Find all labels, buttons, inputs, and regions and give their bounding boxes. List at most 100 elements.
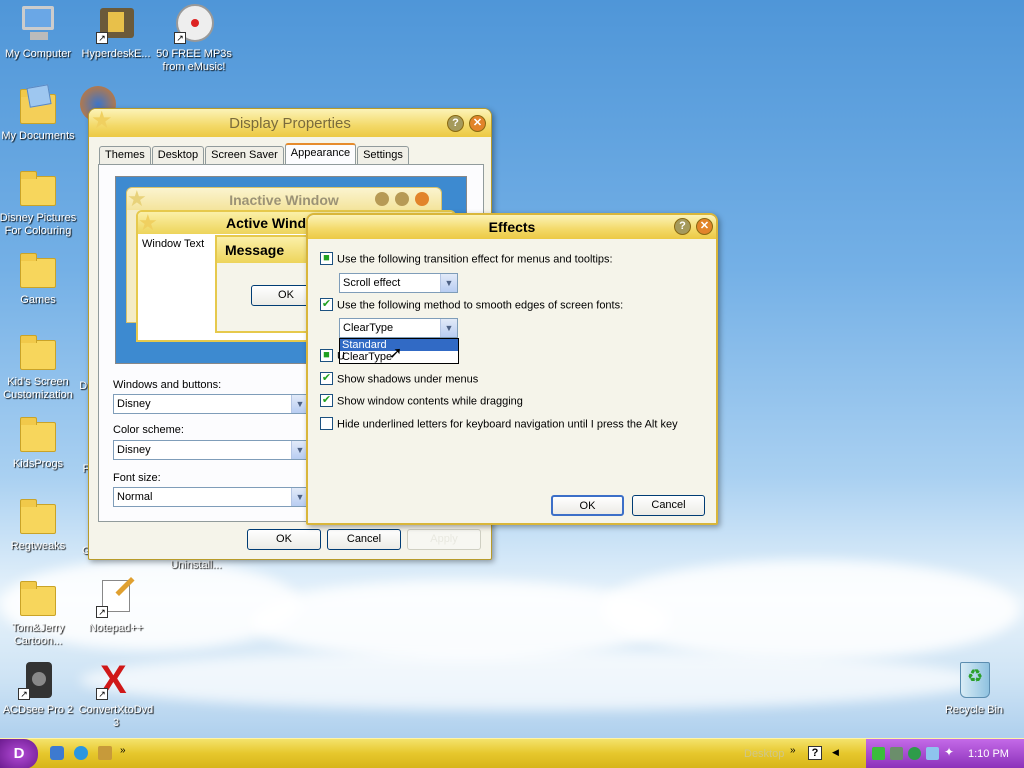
- effects-dialog[interactable]: Effects ? ✕ ■ Use the following transitio…: [306, 213, 718, 525]
- apply-button[interactable]: Apply: [407, 529, 481, 550]
- close-button[interactable]: ✕: [696, 218, 713, 235]
- hide-underline-checkbox[interactable]: [320, 417, 333, 430]
- quick-launch-browser-icon[interactable]: [74, 746, 88, 760]
- preview-close-icon: [415, 192, 429, 206]
- smooth-fonts-select[interactable]: ClearType ▼: [339, 318, 458, 338]
- desktop-icon-label: Disney Pictures For Colouring: [0, 212, 77, 237]
- drag-contents-checkbox[interactable]: ✔: [320, 394, 333, 407]
- hyperdesk-icon: ↗: [96, 4, 136, 44]
- desktop-icon-uninstall[interactable]: Uninstall...: [156, 559, 236, 572]
- desktop-toolbar-label[interactable]: Desktop: [744, 748, 784, 760]
- desktop-icon-recycle-bin[interactable]: ♻ Recycle Bin: [934, 660, 1014, 717]
- shortcut-arrow-icon: ↗: [18, 688, 30, 700]
- desktop-icon-label: Kid's Screen Customization: [3, 376, 73, 401]
- chevron-down-icon: ▼: [440, 319, 457, 337]
- hide-underline-checkbox-row[interactable]: Hide underlined letters for keyboard nav…: [320, 417, 678, 431]
- smooth-fonts-checkbox-row[interactable]: ✔ Use the following method to smooth edge…: [320, 298, 624, 312]
- tab-themes[interactable]: Themes: [99, 146, 151, 165]
- preview-message-title: Message: [225, 242, 285, 258]
- computer-icon: [18, 4, 58, 44]
- window-title: Display Properties: [229, 115, 351, 132]
- menu-shadows-checkbox-row[interactable]: ✔ Show shadows under menus: [320, 372, 478, 386]
- tab-screen-saver[interactable]: Screen Saver: [205, 146, 284, 165]
- desktop-icon-label: ACDsee Pro 2: [2, 704, 74, 716]
- tab-settings[interactable]: Settings: [357, 146, 409, 165]
- help-button[interactable]: ?: [447, 115, 464, 132]
- transition-effect-checkbox-row[interactable]: ■ Use the following transition effect for…: [320, 252, 613, 266]
- menu-shadows-checkbox[interactable]: ✔: [320, 372, 333, 385]
- desktop-icon-kids-screen[interactable]: Kid's Screen Customization: [0, 332, 78, 402]
- desktop-icon-convertxtodvd[interactable]: X ↗ ConvertXtoDvd 3: [76, 660, 156, 730]
- tray-network-icon[interactable]: [872, 747, 885, 760]
- clock[interactable]: 1:10 PM: [968, 748, 1009, 760]
- tab-desktop[interactable]: Desktop: [151, 146, 205, 165]
- desktop-icon-label: My Documents: [1, 130, 75, 142]
- close-button[interactable]: ✕: [469, 115, 486, 132]
- desktop-icon-label: ConvertXtoDvd 3: [78, 704, 154, 729]
- desktop-icon-my-documents[interactable]: My Documents: [0, 84, 78, 143]
- start-button[interactable]: D: [0, 739, 38, 768]
- quick-launch-tool-icon[interactable]: [98, 746, 112, 760]
- recycle-bin-icon: ♻: [954, 660, 994, 700]
- desktop-icon-label: Games: [20, 294, 56, 306]
- chevron-down-icon: ▼: [440, 274, 457, 292]
- tray-security-icon[interactable]: [908, 747, 921, 760]
- desktop-icon-notepadpp[interactable]: ↗ Notepad++: [76, 576, 156, 635]
- tray-volume-icon[interactable]: [890, 747, 903, 760]
- quick-launch-more-icon[interactable]: »: [120, 745, 126, 756]
- desktop-icon-regtweaks[interactable]: Regtweaks: [0, 496, 78, 553]
- desktop-icon-label: Regtweaks: [10, 540, 66, 552]
- transition-effect-select[interactable]: Scroll effect ▼: [339, 273, 458, 293]
- desktop-icon-my-computer[interactable]: My Computer: [0, 4, 78, 61]
- windows-buttons-select[interactable]: Disney ▼: [113, 394, 309, 414]
- folder-icon: [18, 168, 58, 208]
- large-icons-checkbox-row[interactable]: ■ U: [320, 349, 345, 363]
- title-bar[interactable]: ★ Display Properties ? ✕: [89, 109, 491, 137]
- transition-effect-checkbox[interactable]: ■: [320, 252, 333, 265]
- desktop-icon-label: Uninstall...: [170, 559, 222, 571]
- title-bar[interactable]: Effects ? ✕: [308, 215, 716, 239]
- desktop-icon-emusic[interactable]: ↗ 50 FREE MP3s from eMusic!: [154, 4, 234, 74]
- cancel-button[interactable]: Cancel: [327, 529, 401, 550]
- quick-launch-ie-icon[interactable]: [50, 746, 64, 760]
- checkbox-label: Use the following method to smooth edges…: [337, 299, 624, 312]
- dialog-title: Effects: [488, 219, 536, 235]
- tray-wand-icon[interactable]: ✦: [944, 745, 954, 759]
- select-value: Disney: [117, 398, 151, 410]
- convertx-icon: X ↗: [96, 660, 136, 700]
- drag-contents-checkbox-row[interactable]: ✔ Show window contents while dragging: [320, 394, 523, 408]
- desktop-icon-label: KidsProgs: [12, 458, 64, 470]
- preview-max-icon: [395, 192, 409, 206]
- effects-cancel-button[interactable]: Cancel: [632, 495, 705, 516]
- system-tray: ✦ 1:10 PM: [866, 739, 1024, 768]
- desktop-icon-acdsee[interactable]: ↗ ACDsee Pro 2: [0, 660, 78, 717]
- ok-button[interactable]: OK: [247, 529, 321, 550]
- tray-expand-icon[interactable]: ◀: [832, 747, 839, 758]
- desktop-icon-label: My Computer: [4, 48, 72, 60]
- toolbar-more-icon[interactable]: »: [790, 745, 796, 756]
- film-reel-icon: ↗: [174, 4, 214, 44]
- effects-ok-button[interactable]: OK: [551, 495, 624, 516]
- help-button[interactable]: ?: [674, 218, 691, 235]
- desktop-icon-label: HyperdeskE...: [81, 48, 151, 60]
- folder-icon: [18, 496, 58, 536]
- tab-appearance[interactable]: Appearance: [284, 143, 357, 164]
- desktop-icon-kidsprogs[interactable]: KidsProgs: [0, 414, 78, 471]
- tray-display-icon[interactable]: [926, 747, 939, 760]
- desktop-icon-games[interactable]: Games: [0, 250, 78, 307]
- large-icons-checkbox[interactable]: ■: [320, 349, 333, 362]
- checkbox-label: Hide underlined letters for keyboard nav…: [337, 418, 678, 431]
- font-size-select[interactable]: Normal ▼: [113, 487, 309, 507]
- folder-icon: [18, 414, 58, 454]
- checkbox-label: U: [337, 350, 345, 363]
- desktop-icon-hyperdesk[interactable]: ↗ HyperdeskE...: [76, 4, 156, 61]
- color-scheme-select[interactable]: Disney ▼: [113, 440, 309, 460]
- desktop-icon-disney-pictures[interactable]: Disney Pictures For Colouring: [0, 168, 78, 238]
- star-icon: ★: [138, 210, 158, 235]
- windows-buttons-label: Windows and buttons:: [113, 379, 222, 391]
- desktop-icon-label: Recycle Bin: [944, 704, 1004, 716]
- smooth-fonts-checkbox[interactable]: ✔: [320, 298, 333, 311]
- help-icon[interactable]: ?: [808, 746, 822, 760]
- desktop-icon-tom-jerry[interactable]: Tom&Jerry Cartoon...: [0, 578, 78, 648]
- folder-icon: [18, 578, 58, 618]
